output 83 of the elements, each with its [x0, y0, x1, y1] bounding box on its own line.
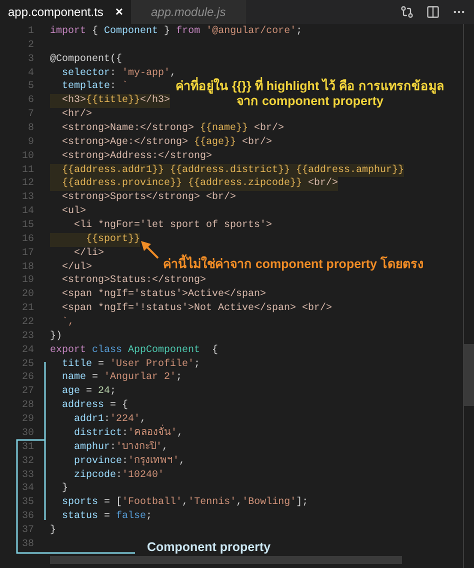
code-line: age = 24;	[61, 385, 116, 400]
code-line: </ul>	[61, 260, 92, 274]
tab-label: app.component.ts	[8, 4, 104, 21]
line-number: 30	[20, 426, 34, 441]
line-number: 19	[20, 274, 34, 288]
line-number: 26	[20, 371, 34, 386]
code-line: sports = ['Football','Tennis','Bowling'];	[61, 496, 308, 510]
code-line: zipcode:'10240'	[73, 468, 164, 482]
line-number: 35	[20, 496, 34, 510]
line-number: 9	[26, 136, 34, 150]
compare-icon[interactable]	[400, 5, 414, 19]
line-number: 14	[20, 205, 34, 220]
line-number: 3	[26, 52, 34, 67]
line-number: 29	[20, 413, 34, 427]
code-line: selector: 'my-app',	[61, 66, 176, 79]
code-line: export class AppComponent {	[50, 344, 218, 358]
horizontal-scrollbar[interactable]	[50, 556, 402, 564]
code-line: }	[61, 482, 68, 496]
code-line: `,	[61, 316, 74, 330]
code-line: <strong>Name:</strong> {{name}} <br/>	[61, 122, 284, 136]
line-number: 5	[26, 80, 34, 94]
code-line: amphur:'บางกะปิ',	[73, 440, 168, 455]
vertical-scrollbar[interactable]	[464, 344, 474, 406]
code-line: <span *ngIf='status'>Active</span>	[61, 288, 266, 302]
line-number: 36	[20, 510, 34, 524]
code-line: province:'กรุงเทพฯ',	[73, 454, 186, 468]
code-line: <ul>	[61, 205, 86, 220]
line-number: 17	[20, 246, 34, 261]
code-line: status = false;	[61, 510, 152, 524]
line-number: 38	[20, 538, 34, 552]
code-line: </li>	[73, 246, 104, 261]
annotation-text: ค่าที่อยู่ใน {{}} ที่ highlight ไว้ คือ การแทรกข้อมูล	[175, 79, 445, 94]
code-line: <strong>Status:</strong>	[61, 274, 206, 288]
code-line: addr1:'224',	[73, 413, 146, 426]
line-number: 22	[20, 316, 34, 330]
line-number: 24	[20, 344, 34, 358]
line-number: 18	[20, 260, 34, 274]
line-number: 21	[20, 302, 34, 316]
code-line: template: `	[61, 80, 128, 94]
split-editor-icon[interactable]	[426, 5, 440, 19]
code-line: })	[50, 330, 62, 344]
line-number: 10	[20, 150, 34, 164]
code-line: address = {	[61, 399, 128, 414]
line-number: 13	[20, 191, 34, 206]
line-number: 33	[20, 468, 34, 482]
code-line: <span *ngIf='!status'>Not Active</span> <br/>	[61, 302, 332, 316]
line-number: 7	[26, 108, 34, 122]
code-line: title = 'User Profile';	[61, 358, 200, 372]
code-line: name = 'Angurlar 2';	[61, 371, 182, 386]
code-line: import { Component } from '@angular/core';	[50, 25, 302, 39]
line-number: 1	[26, 25, 34, 39]
arrow	[141, 241, 159, 259]
line-number: 11	[20, 164, 34, 178]
line-number: 25	[20, 358, 34, 372]
annotation-text: Component property	[147, 540, 271, 554]
code-line: <hr/>	[61, 108, 92, 122]
code-line: district:'คลองจั่น',	[50, 426, 184, 441]
code-line: <li *ngFor='let sport of sports'>	[73, 219, 272, 233]
line-number: 28	[20, 399, 34, 414]
line-number: 8	[26, 122, 34, 136]
line-number: 20	[20, 288, 34, 302]
line-number: 12	[20, 177, 34, 192]
editor-tab[interactable]: app.component.ts ×	[0, 0, 131, 24]
line-number: 34	[20, 482, 34, 496]
line-number: 31	[20, 440, 34, 455]
line-number: 32	[20, 454, 34, 468]
code-line: <strong>Age:</strong> {{age}} <br/>	[61, 136, 272, 150]
line-number: 6	[26, 94, 34, 108]
line-number: 27	[20, 385, 34, 400]
line-number: 4	[26, 66, 34, 80]
tab-label: app.module.js	[151, 4, 226, 21]
line-number: 37	[20, 524, 34, 538]
line-number: 15	[20, 219, 34, 233]
close-button[interactable]: ×	[115, 2, 123, 22]
editor-tab[interactable]: app.module.js	[131, 0, 246, 24]
code-line: <strong>Address:</strong>	[61, 150, 212, 164]
line-number: 2	[26, 38, 34, 53]
line-number: 16	[20, 232, 34, 247]
annotation-text: จาก component property	[236, 94, 384, 109]
code-line: }	[50, 524, 56, 538]
code-line: @Component({	[50, 52, 122, 67]
line-number: 23	[20, 330, 34, 344]
code-line: <strong>Sports</strong> <br/>	[61, 191, 236, 206]
